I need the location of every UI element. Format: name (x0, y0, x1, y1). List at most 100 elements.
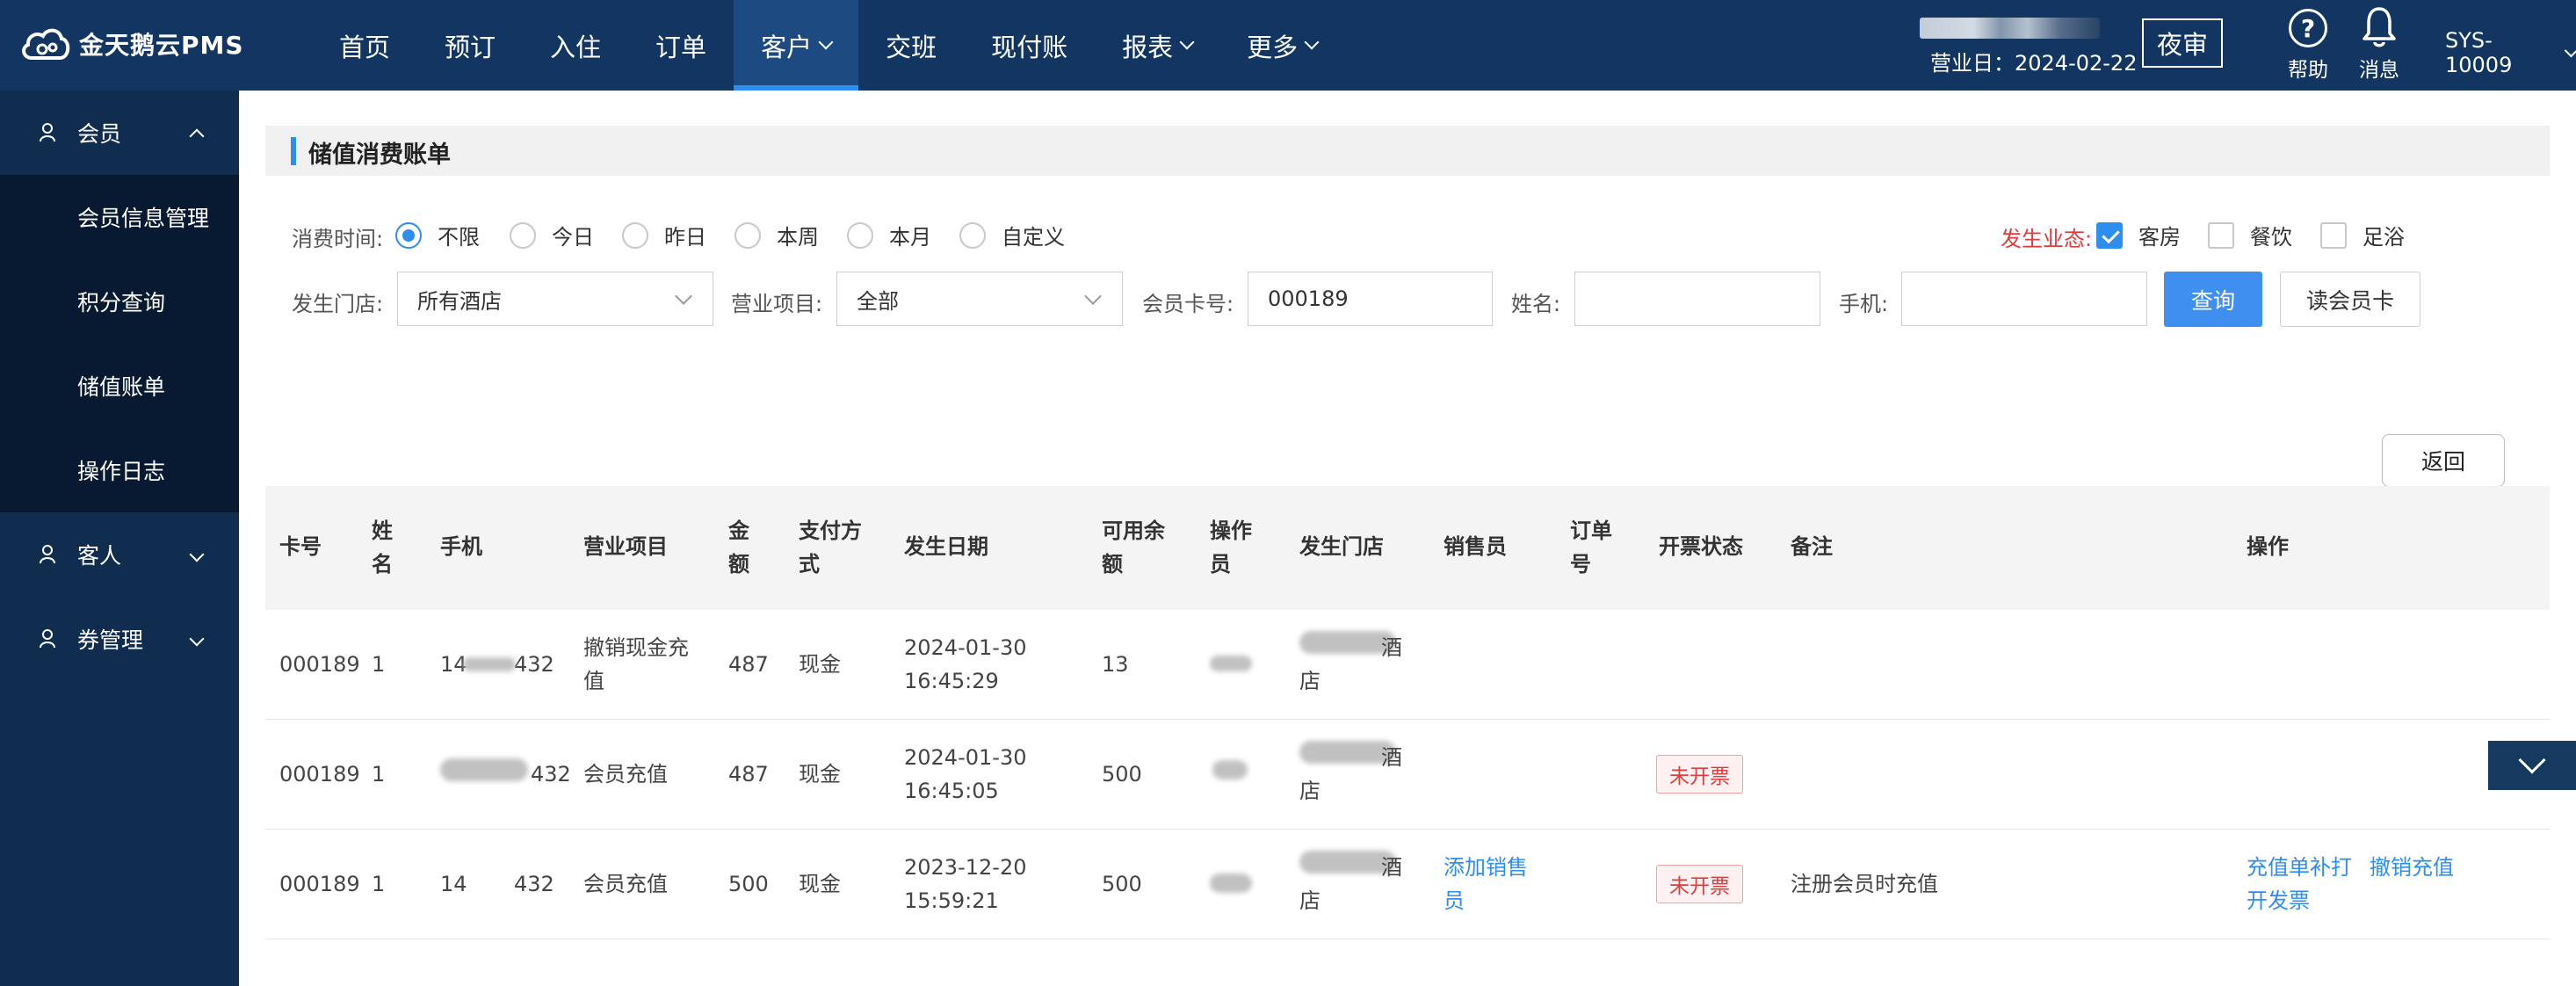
col-order: 订单号 (1570, 518, 1612, 576)
query-button[interactable]: 查询 (2164, 272, 2262, 327)
nav-orders[interactable]: 订单 (628, 0, 734, 91)
nav-label: 交班 (886, 32, 937, 62)
radio-time-custom[interactable]: 自定义 (959, 220, 1065, 250)
nav-label: 更多 (1247, 32, 1299, 62)
sidebar-group-label: 会员 (77, 121, 122, 147)
nav-reservation[interactable]: 预订 (417, 0, 523, 91)
sidebar-item-operation-log[interactable]: 操作日志 (0, 428, 239, 512)
issue-invoice-link[interactable]: 开发票 (2247, 884, 2310, 917)
nav-label: 预订 (445, 32, 496, 62)
radio-dot (847, 221, 873, 249)
cloud-logo-icon (22, 28, 70, 60)
name-input[interactable] (1574, 272, 1820, 326)
chevron-down-icon (1304, 34, 1320, 49)
chevron-down-icon (189, 631, 205, 647)
help-button[interactable]: ? 帮助 (2282, 9, 2334, 83)
store-filter-label: 发生门店: (292, 292, 384, 316)
col-remark: 备注 (1791, 534, 1833, 559)
business-item-select[interactable]: 全部 (836, 272, 1123, 326)
radio-time-unlimited[interactable]: 不限 (395, 220, 480, 250)
back-button[interactable]: 返回 (2382, 434, 2505, 487)
sidebar-group-label: 客人 (77, 543, 122, 569)
phone-input[interactable] (1901, 272, 2147, 326)
cell-card: 000189 (279, 762, 360, 787)
card-number-input[interactable]: 000189 (1248, 272, 1493, 326)
help-label: 帮助 (2288, 59, 2328, 82)
nav-label: 客户 (761, 32, 813, 62)
add-seller-link[interactable]: 添加销售员 (1444, 851, 1531, 917)
checkbox-foot-bath[interactable]: 足浴 (2320, 220, 2405, 250)
radio-time-today[interactable]: 今日 (510, 220, 594, 250)
sidebar-group-members[interactable]: 会员 (0, 91, 239, 175)
cell-time: 16:45:05 (904, 779, 999, 803)
reprint-recharge-link[interactable]: 充值单补打 (2247, 851, 2352, 884)
cell-amount: 487 (728, 762, 769, 787)
cell-business-item: 会员充值 (583, 762, 668, 787)
sidebar-item-stored-value[interactable]: 储值账单 (0, 344, 239, 428)
user-menu[interactable]: SYS-10009 (2445, 28, 2576, 77)
nav-reports[interactable]: 报表 (1095, 0, 1219, 91)
col-store: 发生门店 (1299, 534, 1384, 559)
messages-label: 消息 (2359, 59, 2399, 82)
phone-label: 手机: (1839, 292, 1889, 316)
cell-store: 店 (1299, 888, 1321, 913)
nav-shift[interactable]: 交班 (858, 0, 964, 91)
cell-store: 店 (1299, 779, 1321, 803)
col-phone: 手机 (440, 534, 482, 559)
help-circle-icon: ? (2289, 9, 2327, 47)
store-select[interactable]: 所有酒店 (397, 272, 713, 326)
cell-store: 店 (1299, 669, 1321, 693)
cell-date: 2024-01-30 (904, 635, 1027, 660)
sidebar-item-points[interactable]: 积分查询 (0, 259, 239, 344)
sidebar-group-label: 券管理 (77, 627, 144, 653)
card-number-value: 000189 (1268, 286, 1349, 311)
user-icon (40, 629, 55, 649)
checkbox-rooms[interactable]: 客房 (2096, 220, 2181, 250)
radio-time-yesterday[interactable]: 昨日 (622, 220, 706, 250)
invoice-status-badge: 未开票 (1656, 865, 1743, 903)
cancel-recharge-link[interactable]: 撤销充值 (2370, 851, 2454, 884)
read-member-card-button[interactable]: 读会员卡 (2280, 272, 2420, 327)
radio-dot (622, 221, 648, 249)
sidebar-group-guests[interactable]: 客人 (0, 512, 239, 597)
scroll-down-button[interactable] (2488, 741, 2576, 790)
col-amount: 金额 (728, 518, 749, 576)
cell-name: 1 (372, 762, 386, 787)
nav-more[interactable]: 更多 (1219, 0, 1344, 91)
nav-home[interactable]: 首页 (312, 0, 417, 91)
chevron-down-icon (2518, 746, 2546, 774)
radio-dot (510, 221, 536, 249)
col-invoice: 开票状态 (1659, 534, 1743, 559)
sidebar-item-member-info[interactable]: 会员信息管理 (0, 175, 239, 259)
cell-date: 2024-01-30 (904, 745, 1027, 770)
redaction-smudge (440, 758, 528, 781)
app-logo[interactable]: 金天鹅云PMS (19, 23, 244, 65)
nav-checkin[interactable]: 入住 (523, 0, 628, 91)
chevron-down-icon (189, 547, 205, 562)
user-name: SYS-10009 (2445, 28, 2513, 77)
radio-dot (734, 221, 761, 249)
radio-time-this-week[interactable]: 本周 (734, 220, 819, 250)
cell-name: 1 (372, 872, 386, 896)
nav-cash-account[interactable]: 现付账 (964, 0, 1095, 91)
cell-balance: 500 (1102, 872, 1142, 896)
nav-customers[interactable]: 客户 (734, 0, 859, 91)
messages-button[interactable]: 消息 (2353, 5, 2406, 83)
col-pay-method: 支付方式 (799, 518, 862, 576)
redaction-smudge (463, 657, 516, 671)
chevron-down-icon (675, 287, 692, 305)
radio-label: 不限 (438, 225, 480, 250)
radio-time-this-month[interactable]: 本月 (847, 220, 931, 250)
cell-store-fragment: 酒 (1381, 635, 1402, 660)
cell-phone: 14 432 (440, 872, 554, 896)
col-date: 发生日期 (904, 534, 988, 559)
sidebar: 会员 会员信息管理 积分查询 储值账单 操作日志 客人 券管理 (0, 91, 239, 986)
sidebar-group-coupons[interactable]: 券管理 (0, 597, 239, 681)
col-name: 姓名 (372, 518, 393, 576)
checkbox-dining[interactable]: 餐饮 (2208, 220, 2292, 250)
redaction-smudge (1212, 760, 1248, 779)
cell-pay-method: 现金 (799, 872, 841, 896)
cell-date: 2023-12-20 (904, 855, 1027, 880)
night-audit-button[interactable]: 夜审 (2142, 18, 2223, 68)
radio-dot (395, 221, 422, 249)
